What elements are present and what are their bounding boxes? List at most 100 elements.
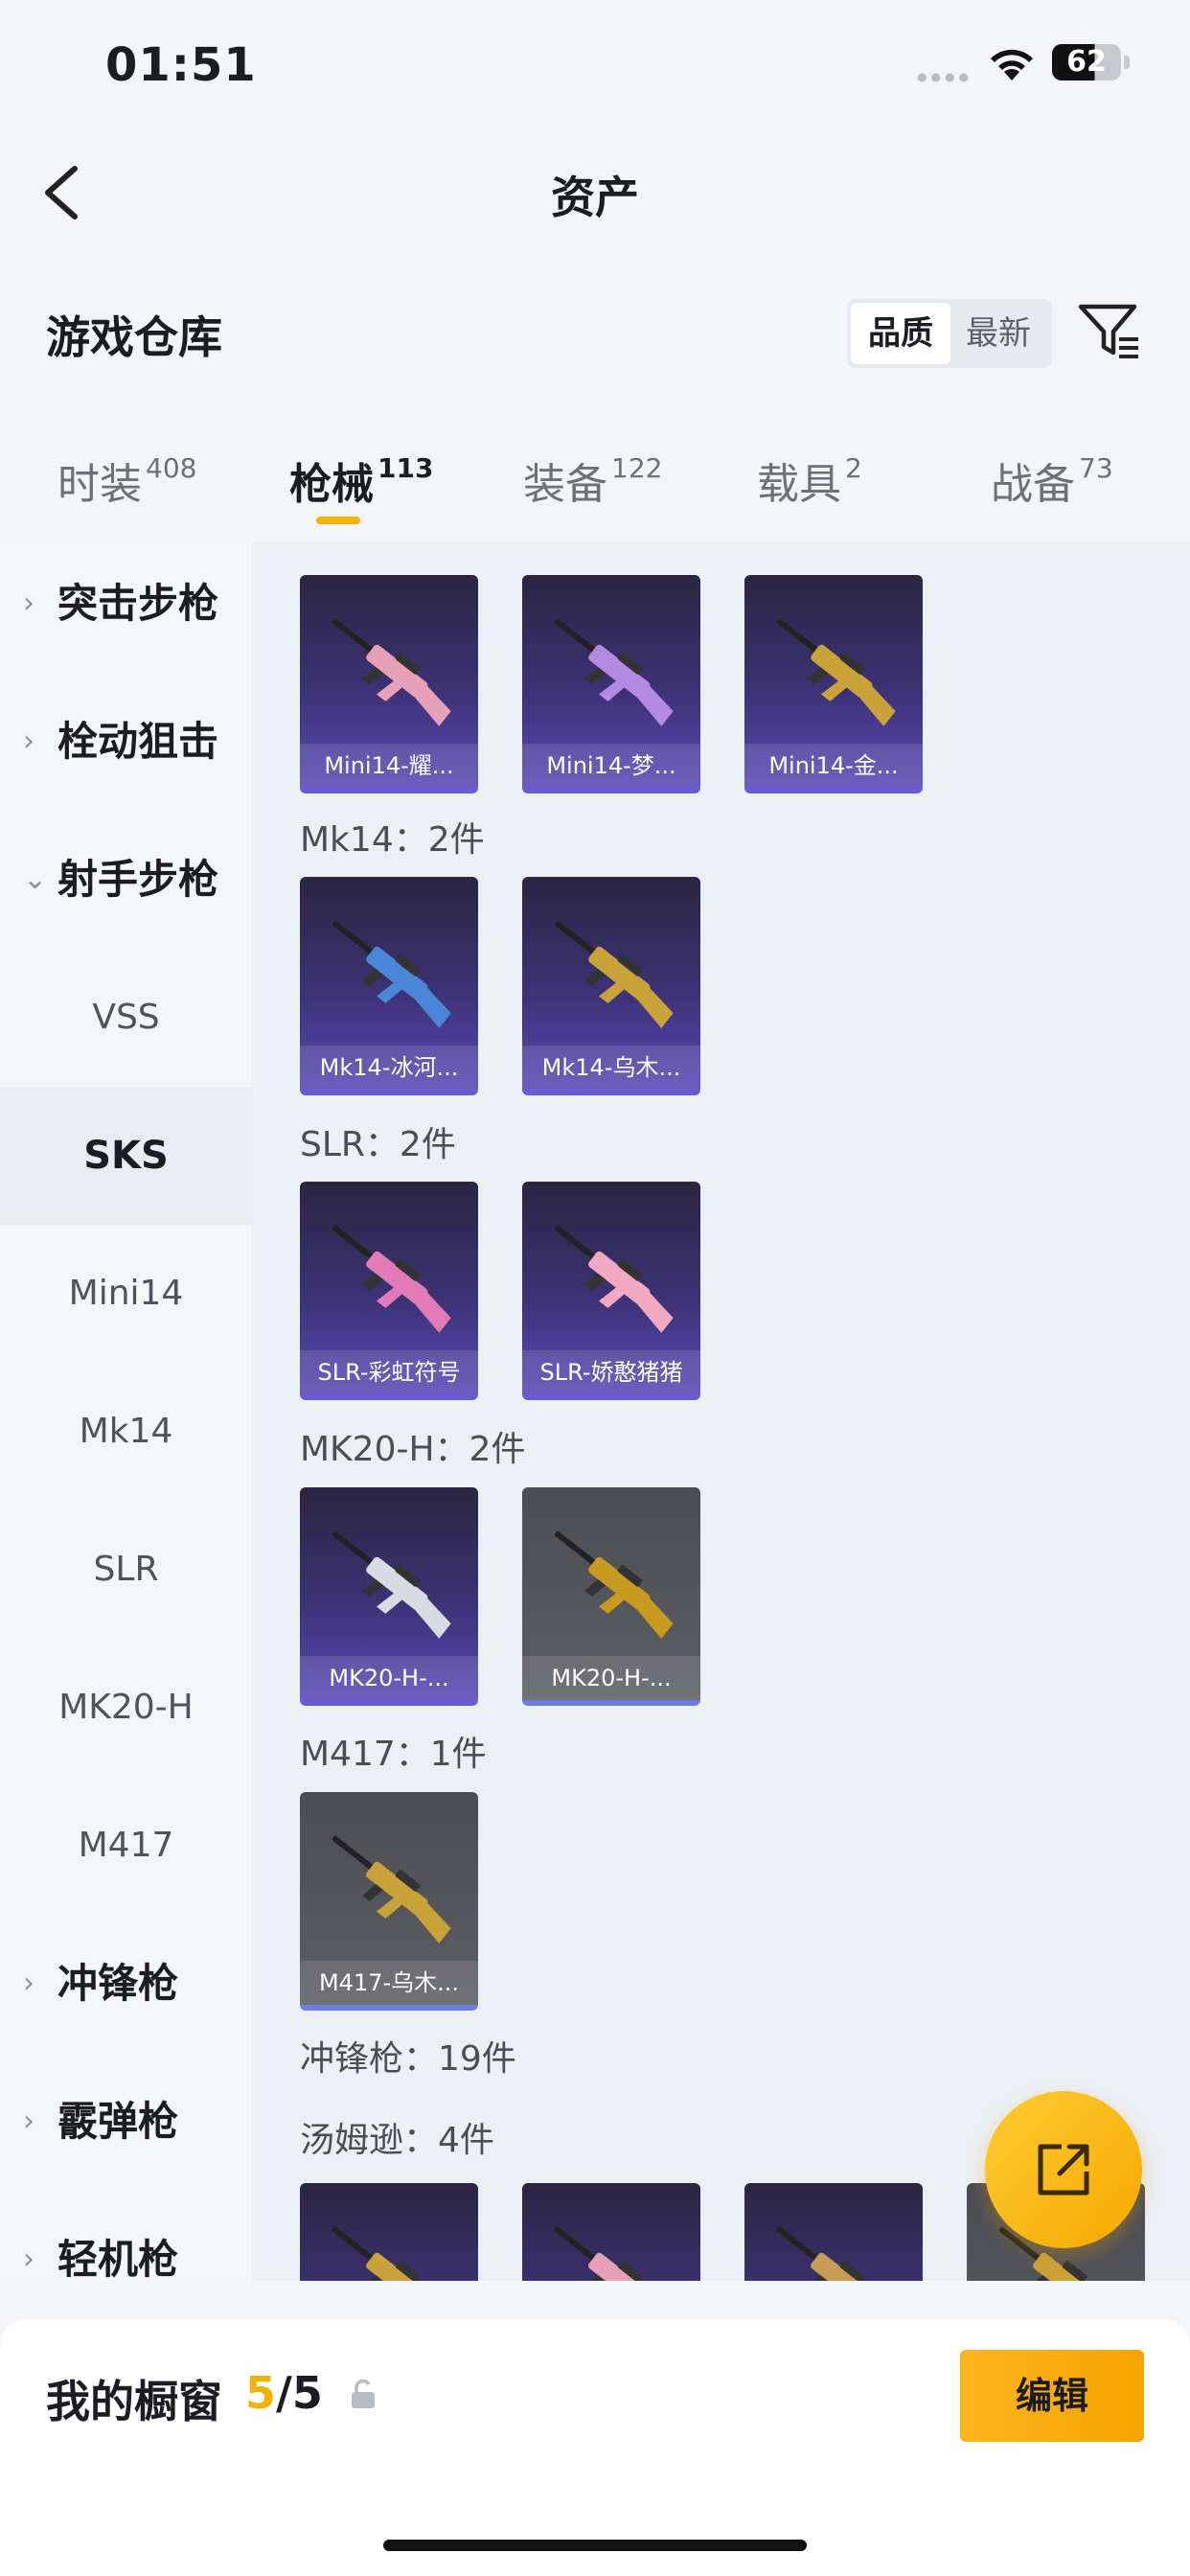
sidebar-category[interactable]: › 栓动狙击	[0, 673, 252, 811]
showcase-label: 我的橱窗	[46, 2376, 222, 2427]
tab-vehicles[interactable]: 载具 2	[757, 449, 862, 511]
category-tabs: 时装 408 枪械 113 装备 122 载具 2 战备 73	[0, 436, 1190, 541]
weapon-card[interactable]: M417-乌木...	[300, 1792, 478, 2011]
rifle-icon	[554, 1530, 674, 1639]
warehouse-title: 游戏仓库	[46, 311, 222, 363]
sort-quality-button[interactable]: 品质	[851, 303, 950, 364]
weapon-card[interactable]: Mk14-乌木...	[522, 877, 700, 1095]
tab-count: 73	[1079, 452, 1113, 484]
weapon-name: SLR-娇憨猪猪	[522, 1350, 700, 1394]
share-button[interactable]	[985, 2091, 1142, 2248]
sidebar: › 突击步枪 › 栓动狙击 ⌄ 射手步枪 VSS SKS Mini14 Mk14 SLR MK20-H…	[0, 541, 252, 2281]
chevron-right-icon: ›	[23, 2242, 34, 2276]
weapon-card[interactable]	[300, 2183, 478, 2281]
rifle-icon	[776, 618, 896, 726]
sort-newest-button[interactable]: 最新	[949, 303, 1048, 364]
weapon-card[interactable]: MK20-H-...	[300, 1487, 478, 1706]
sidebar-category-label: 霰弹枪	[57, 2098, 179, 2145]
rifle-icon	[332, 920, 451, 1028]
chevron-right-icon: ›	[23, 724, 34, 758]
group-title: Mk14：2件	[300, 820, 485, 860]
weapon-list[interactable]: Mini14-耀... Mini14-梦... Mini14-金... Mk14：2件…	[252, 541, 1190, 2281]
weapon-card[interactable]: Mini14-金...	[744, 575, 923, 794]
weapon-name: Mini14-金...	[744, 744, 923, 788]
lock-icon	[352, 2379, 375, 2408]
sidebar-item[interactable]: VSS	[0, 949, 252, 1087]
weapon-name: SLR-彩虹符号	[300, 1350, 478, 1394]
sidebar-category[interactable]: › 突击步枪	[0, 541, 252, 673]
sort-toggle: 品质 最新	[847, 299, 1052, 368]
sidebar-category[interactable]: ⌄ 射手步枪	[0, 811, 252, 949]
tab-count: 113	[378, 452, 434, 484]
tab-active-indicator	[316, 517, 360, 524]
chevron-right-icon: ›	[23, 586, 34, 620]
sidebar-item[interactable]: Mini14	[0, 1225, 252, 1363]
rifle-icon	[332, 2226, 428, 2281]
sidebar-category-label: 栓动狙击	[57, 718, 219, 765]
sidebar-item[interactable]: MK20-H	[0, 1639, 252, 1777]
group-title: MK20-H：2件	[300, 1430, 526, 1469]
rifle-icon	[776, 2226, 873, 2281]
sidebar-category-label: 突击步枪	[57, 580, 219, 627]
sidebar-category[interactable]: › 轻机枪	[0, 2191, 252, 2281]
weapon-card[interactable]: SLR-娇憨猪猪	[522, 1182, 700, 1400]
weapon-card[interactable]: Mk14-冰河...	[300, 877, 478, 1095]
chevron-right-icon: ›	[23, 2104, 34, 2138]
edit-button[interactable]: 编辑	[960, 2350, 1144, 2442]
sidebar-item[interactable]: M417	[0, 1777, 252, 1915]
wifi-icon	[991, 49, 1033, 80]
rifle-icon	[332, 1225, 451, 1333]
battery-cap	[1124, 56, 1130, 69]
battery-icon: 62	[1052, 44, 1121, 80]
tab-label: 战备	[991, 460, 1075, 509]
tab-fashion[interactable]: 时装 408	[57, 449, 196, 511]
showcase-current: 5	[245, 2367, 277, 2419]
sidebar-category[interactable]: › 冲锋枪	[0, 1915, 252, 2053]
battery-level: 62	[1066, 45, 1107, 79]
filter-icon[interactable]	[1077, 301, 1142, 362]
weapon-name: Mk14-乌木...	[522, 1046, 700, 1090]
tab-label: 载具	[757, 460, 841, 509]
tab-guns[interactable]: 枪械 113	[289, 449, 433, 511]
sidebar-category-label: 轻机枪	[57, 2236, 179, 2281]
rifle-icon	[554, 920, 674, 1028]
nav-bar: 资产	[0, 134, 1190, 249]
rifle-icon	[554, 618, 674, 726]
tab-equipment[interactable]: 装备 122	[523, 449, 662, 511]
status-bar: 01:51 62	[0, 0, 1190, 134]
signal-icon	[915, 73, 971, 82]
tab-supplies[interactable]: 战备 73	[991, 449, 1113, 511]
weapon-card[interactable]: Mini14-梦...	[522, 575, 700, 794]
weapon-card[interactable]	[744, 2183, 923, 2281]
rifle-icon	[332, 1835, 451, 1944]
sidebar-item[interactable]: Mk14	[0, 1363, 252, 1501]
group-title: M417：1件	[300, 1735, 487, 1774]
weapon-name: M417-乌木...	[300, 1961, 478, 2005]
group-title: 汤姆逊：4件	[300, 2121, 494, 2160]
weapon-card[interactable]	[522, 2183, 700, 2281]
rifle-icon	[332, 1530, 451, 1639]
bottom-bar: 我的橱窗 5/5 编辑	[0, 2319, 1190, 2576]
weapon-name: MK20-H-...	[300, 1656, 478, 1700]
rifle-icon	[554, 2226, 651, 2281]
showcase-total: /5	[276, 2367, 323, 2419]
sidebar-item[interactable]: SLR	[0, 1501, 252, 1639]
chevron-down-icon: ⌄	[23, 862, 48, 896]
weapon-card[interactable]: Mini14-耀...	[300, 575, 478, 794]
weapon-name: Mk14-冰河...	[300, 1046, 478, 1090]
rifle-icon	[332, 618, 451, 726]
status-time: 01:51	[105, 38, 257, 92]
rifle-icon	[554, 1225, 674, 1333]
share-icon	[1038, 2144, 1089, 2196]
weapon-name: MK20-H-...	[522, 1656, 700, 1700]
group-title: 冲锋枪：19件	[300, 2039, 516, 2079]
weapon-card[interactable]: SLR-彩虹符号	[300, 1182, 478, 1400]
chevron-right-icon: ›	[23, 1966, 34, 2000]
group-title: SLR：2件	[300, 1125, 456, 1164]
tab-count: 408	[146, 452, 197, 484]
sidebar-item[interactable]: SKS	[0, 1087, 252, 1225]
sidebar-category-label: 射手步枪	[57, 856, 219, 903]
sidebar-category[interactable]: › 霰弹枪	[0, 2053, 252, 2191]
weapon-card[interactable]: MK20-H-...	[522, 1487, 700, 1706]
weapon-name: Mini14-梦...	[522, 744, 700, 788]
